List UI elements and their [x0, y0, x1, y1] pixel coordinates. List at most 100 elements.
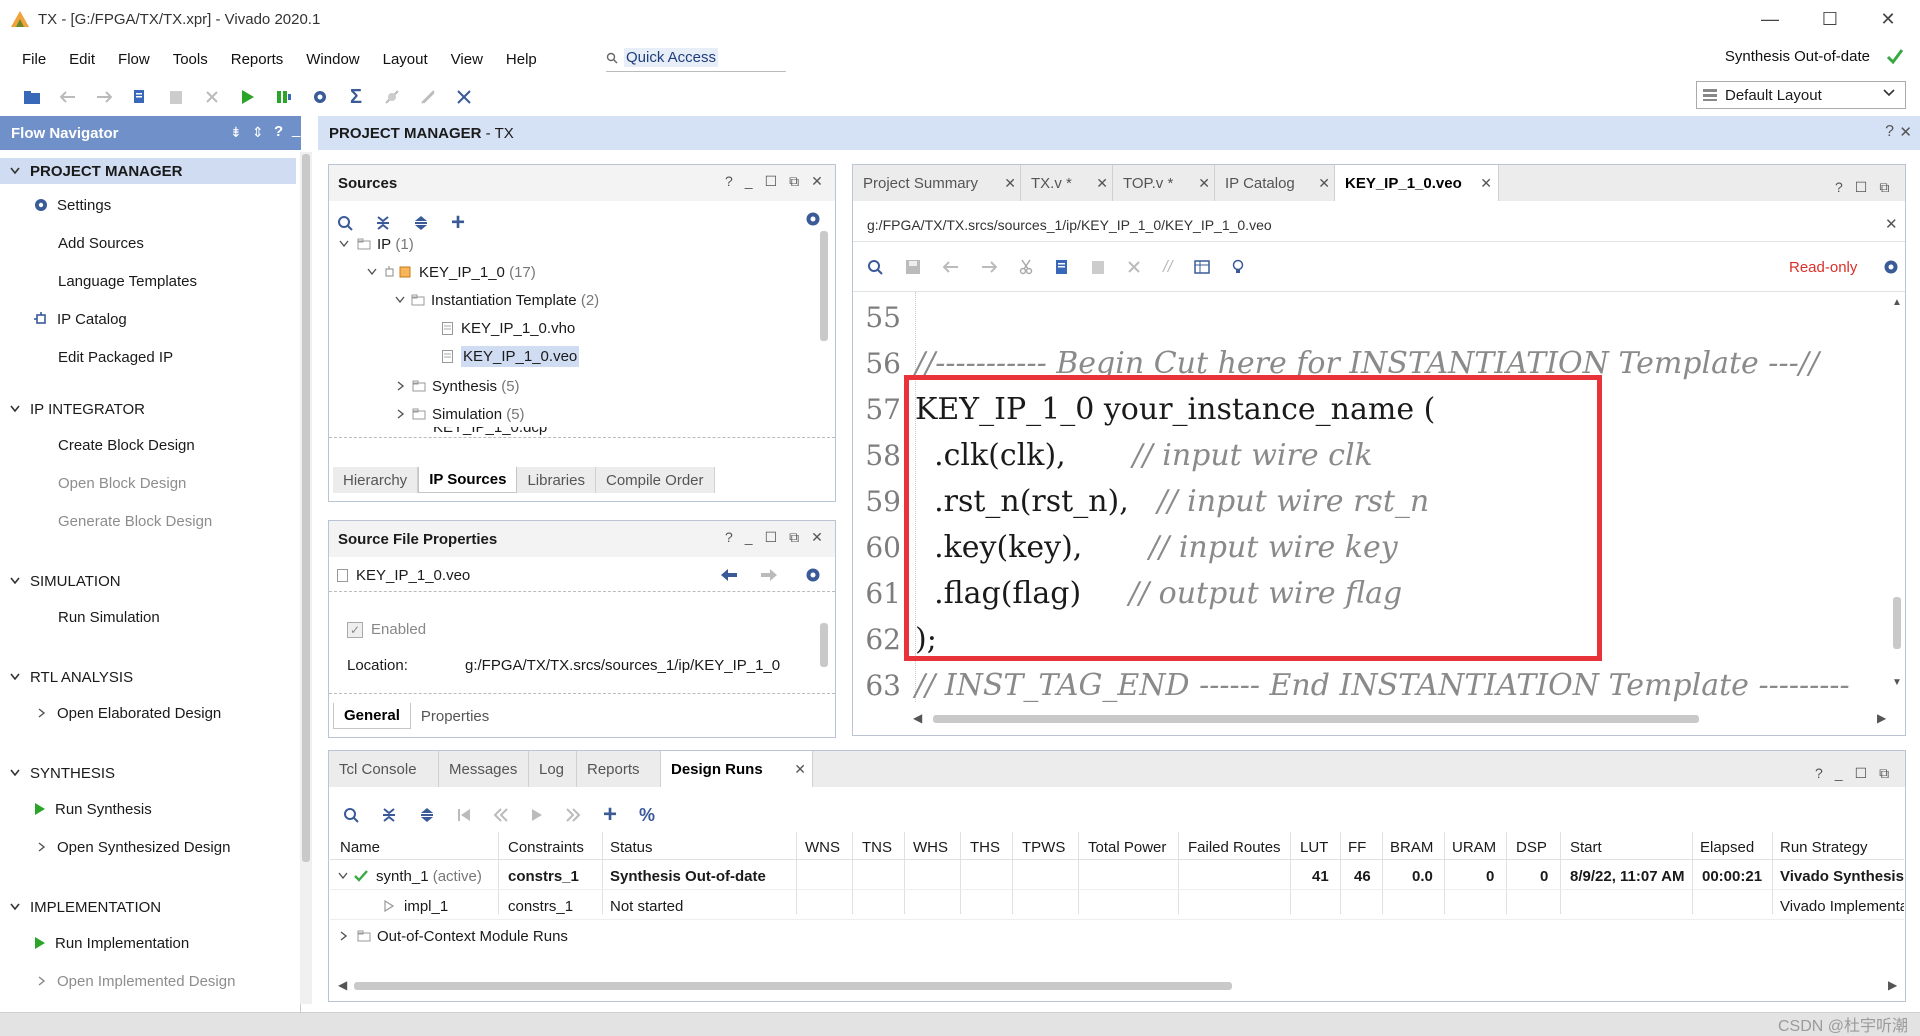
collapse-all-icon[interactable]: ⇟ [230, 124, 242, 141]
nav-item-ip-catalog[interactable]: IP Catalog [0, 306, 296, 332]
nav-item-open-elaborated-design[interactable]: Open Elaborated Design [0, 700, 296, 726]
design-runs-horizontal-scrollbar[interactable]: ◀ ▶ [338, 978, 1902, 994]
float-icon[interactable]: ⧉ [1879, 179, 1889, 196]
add-source-icon[interactable]: + [451, 209, 465, 237]
close-icon[interactable]: ✕ [811, 529, 823, 546]
tab-tx-v[interactable]: TX.v * ✕ [1021, 165, 1113, 201]
run-button[interactable] [230, 82, 266, 112]
copy-icon[interactable] [1055, 259, 1069, 275]
scroll-left-icon[interactable]: ◀ [338, 978, 347, 992]
open-project-button[interactable] [14, 82, 50, 112]
scrollbar-thumb[interactable] [302, 154, 310, 862]
tab-reports[interactable]: Reports [577, 751, 661, 787]
tab-log[interactable]: Log [529, 751, 577, 787]
ooc-runs-row[interactable]: Out-of-Context Module Runs [340, 922, 568, 950]
column-header[interactable]: LUT [1300, 834, 1328, 860]
menu-layout[interactable]: Layout [383, 51, 428, 68]
nav-item-edit-packaged-ip[interactable]: Edit Packaged IP [0, 344, 296, 370]
enabled-checkbox[interactable]: ✓ [347, 621, 363, 638]
scroll-up-icon[interactable]: ▲ [1892, 297, 1902, 308]
float-icon[interactable]: ⧉ [789, 529, 799, 546]
scrollbar-thumb[interactable] [820, 231, 828, 341]
tab-project-summary[interactable]: Project Summary ✕ [853, 165, 1021, 201]
tree-node-veo[interactable]: KEY_IP_1_0.veo [442, 343, 580, 369]
search-icon[interactable] [867, 259, 883, 275]
scrollbar-thumb[interactable] [354, 982, 1232, 990]
section-implementation[interactable]: IMPLEMENTATION [0, 894, 296, 920]
scroll-right-icon[interactable]: ▶ [1888, 978, 1897, 992]
maximize-icon[interactable]: ☐ [765, 173, 778, 190]
editor-vertical-scrollbar[interactable]: ▲ ▼ [1889, 293, 1905, 693]
percent-icon[interactable]: % [639, 805, 655, 826]
nav-item-generate-block-design[interactable]: Generate Block Design [0, 508, 296, 534]
column-header[interactable]: Total Power [1088, 834, 1166, 860]
tree-node-synthesis[interactable]: Synthesis (5) [397, 373, 520, 399]
save-icon[interactable] [905, 259, 921, 275]
tab-general[interactable]: General [333, 703, 411, 729]
lightbulb-icon[interactable] [1232, 259, 1244, 275]
menu-window[interactable]: Window [306, 51, 359, 68]
tab-libraries[interactable]: Libraries [517, 467, 596, 493]
collapse-all-icon[interactable] [381, 807, 397, 823]
tab-key-ip-veo[interactable]: KEY_IP_1_0.veo ✕ [1335, 165, 1499, 201]
nav-item-add-sources[interactable]: Add Sources [0, 230, 296, 256]
maximize-icon[interactable]: ☐ [1855, 765, 1868, 782]
sum-button[interactable]: Σ [338, 82, 374, 112]
section-ip-integrator[interactable]: IP INTEGRATOR [0, 396, 296, 422]
menu-tools[interactable]: Tools [173, 51, 208, 68]
previous-icon[interactable] [493, 808, 509, 822]
delete-button[interactable] [194, 82, 230, 112]
tree-node-instantiation-template[interactable]: Instantiation Template (2) [395, 287, 599, 313]
expand-all-icon[interactable] [413, 215, 429, 231]
nav-item-run-simulation[interactable]: Run Simulation [0, 604, 296, 630]
column-header[interactable]: Name [340, 834, 380, 860]
search-icon[interactable] [337, 215, 353, 231]
tab-ip-sources[interactable]: IP Sources [418, 467, 518, 493]
paste-button[interactable] [158, 82, 194, 112]
column-header[interactable]: WHS [913, 834, 948, 860]
help-icon[interactable]: ? [1885, 123, 1894, 141]
debug-button[interactable] [374, 82, 410, 112]
chevron-down-icon[interactable] [338, 872, 348, 880]
play-icon[interactable] [531, 808, 543, 822]
add-run-icon[interactable]: + [603, 801, 617, 829]
close-tab-icon[interactable]: ✕ [1318, 175, 1330, 192]
scrollbar-thumb[interactable] [933, 715, 1699, 723]
maximize-icon[interactable]: ☐ [1855, 179, 1868, 196]
column-header[interactable]: BRAM [1390, 834, 1433, 860]
column-header[interactable]: FF [1348, 834, 1366, 860]
collapse-all-icon[interactable] [375, 215, 391, 231]
comment-toggle-icon[interactable]: // [1163, 257, 1172, 277]
help-icon[interactable]: ? [725, 173, 733, 190]
tab-tcl-console[interactable]: Tcl Console [329, 751, 439, 787]
column-header[interactable]: DSP [1516, 834, 1547, 860]
minimize-panel-icon[interactable]: _ [292, 121, 300, 138]
column-header[interactable]: Status [610, 834, 653, 860]
expand-all-icon[interactable] [419, 807, 435, 823]
column-header[interactable]: Start [1570, 834, 1602, 860]
menu-flow[interactable]: Flow [118, 51, 150, 68]
menu-view[interactable]: View [451, 51, 483, 68]
nav-item-run-implementation[interactable]: Run Implementation [0, 930, 296, 956]
column-header[interactable]: THS [970, 834, 1000, 860]
program-device-button[interactable] [266, 82, 302, 112]
nav-item-open-block-design[interactable]: Open Block Design [0, 470, 296, 496]
minimize-icon[interactable]: _ [745, 173, 753, 190]
column-header[interactable]: Failed Routes [1188, 834, 1281, 860]
close-tab-icon[interactable]: ✕ [794, 761, 806, 778]
sources-scrollbar[interactable] [817, 209, 831, 437]
tab-design-runs[interactable]: Design Runs ✕ [661, 751, 813, 787]
cross-probe-button[interactable] [410, 82, 446, 112]
maximize-icon[interactable]: ☐ [765, 529, 778, 546]
tab-compile-order[interactable]: Compile Order [595, 467, 715, 493]
help-icon[interactable]: ? [1835, 179, 1843, 196]
nav-item-open-implemented-design[interactable]: Open Implemented Design [0, 968, 296, 994]
column-header[interactable]: Run Strategy [1780, 834, 1868, 860]
menu-help[interactable]: Help [506, 51, 537, 68]
next-icon[interactable] [565, 808, 581, 822]
menu-edit[interactable]: Edit [69, 51, 95, 68]
editor-horizontal-scrollbar[interactable]: ◀ ▶ [913, 711, 1889, 727]
column-header[interactable]: TNS [862, 834, 892, 860]
close-window-button[interactable]: ✕ [1858, 0, 1918, 38]
tab-properties[interactable]: Properties [410, 703, 500, 729]
